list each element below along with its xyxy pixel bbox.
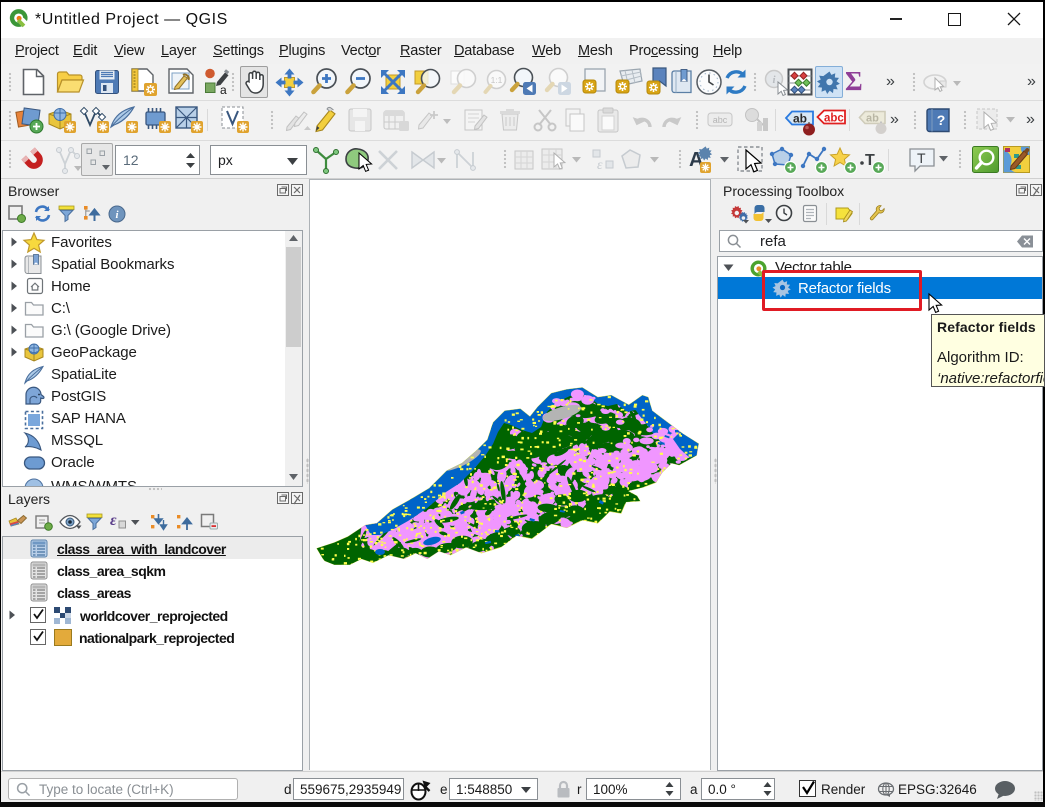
svg-text:ab: ab xyxy=(866,113,879,125)
svg-text:ε: ε xyxy=(110,512,117,529)
svg-text:abc: abc xyxy=(713,115,728,125)
svg-text:T: T xyxy=(917,150,926,166)
svg-text:ε: ε xyxy=(597,158,603,173)
svg-text:?: ? xyxy=(937,112,946,128)
svg-text:1:1: 1:1 xyxy=(491,75,503,85)
svg-text:ab: ab xyxy=(793,112,807,126)
svg-text:a: a xyxy=(220,83,227,97)
svg-text:abc: abc xyxy=(824,113,844,125)
